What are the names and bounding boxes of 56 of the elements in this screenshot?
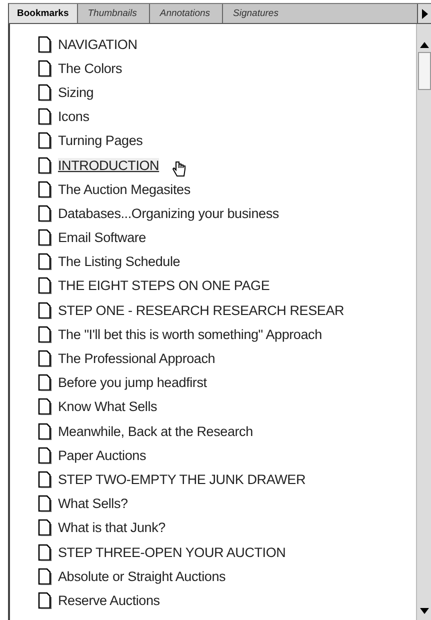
- bookmark-item[interactable]: The Professional Approach: [58, 351, 216, 366]
- bookmark-item[interactable]: Icons: [58, 109, 90, 124]
- scrollbar[interactable]: [416, 24, 431, 620]
- bookmark-item[interactable]: What Sells?: [58, 496, 128, 512]
- page-icon: [38, 374, 52, 392]
- bookmark-item[interactable]: STEP TWO-EMPTY THE JUNK DRAWER: [58, 472, 306, 487]
- scroll-down-icon[interactable]: [420, 608, 428, 614]
- page-icon: [38, 108, 52, 126]
- bookmark-item[interactable]: Turning Pages: [58, 133, 143, 148]
- page-icon: [38, 422, 52, 440]
- bookmark-item[interactable]: STEP THREE-OPEN YOUR AUCTION: [58, 544, 286, 560]
- bookmark-item[interactable]: Reserve Auctions: [58, 592, 160, 608]
- bookmark-item[interactable]: Before you jump headfirst: [58, 375, 207, 390]
- triangle-icon: [422, 8, 428, 18]
- page-icon: [38, 398, 52, 416]
- scroll-up-icon[interactable]: [420, 42, 428, 48]
- page-icon: [38, 180, 52, 198]
- page-icon: [38, 326, 52, 343]
- page-icon: [38, 446, 52, 464]
- bookmark-item[interactable]: Sizing: [58, 84, 94, 100]
- page-icon: [38, 568, 52, 585]
- page-icon: [38, 277, 52, 294]
- page-icon: [38, 132, 52, 150]
- bookmark-item[interactable]: NAVIGATION: [58, 36, 138, 52]
- page-icon: [38, 350, 52, 368]
- scroll-thumb[interactable]: [418, 52, 430, 90]
- page-icon: [38, 544, 52, 561]
- bookmark-item[interactable]: What is that Junk?: [58, 520, 166, 536]
- page-icon: [38, 60, 52, 77]
- bookmark-item[interactable]: INTRODUCTION: [58, 158, 160, 173]
- page-icon: [38, 229, 52, 246]
- bookmark-item[interactable]: The Colors: [58, 60, 122, 76]
- page-icon: [38, 36, 52, 53]
- page-icon: [38, 519, 52, 536]
- bookmark-item[interactable]: STEP ONE - RESEARCH RESEARCH RESEAR: [58, 302, 344, 318]
- page-icon: [38, 592, 52, 609]
- page-icon: [38, 253, 52, 270]
- bookmark-item[interactable]: THE EIGHT STEPS ON ONE PAGE: [58, 278, 270, 294]
- page-icon: [38, 302, 52, 319]
- bookmark-item[interactable]: The "I'll bet this is worth something" Approach: [58, 326, 322, 342]
- bookmark-item[interactable]: Meanwhile, Back at the Research: [58, 424, 253, 439]
- bookmark-item[interactable]: Absolute or Straight Auctions: [58, 568, 226, 584]
- page-icon: [38, 495, 52, 512]
- bookmark-item[interactable]: The Listing Schedule: [58, 254, 180, 270]
- hand-cursor-icon: [172, 160, 186, 177]
- bookmark-item[interactable]: Email Software: [58, 230, 146, 246]
- bookmark-item[interactable]: Databases...Organizing your business: [58, 206, 279, 221]
- page-icon: [38, 84, 52, 101]
- bookmark-item[interactable]: Know What Sells: [58, 399, 158, 414]
- page-icon: [38, 156, 52, 174]
- page-icon: [38, 470, 52, 488]
- bookmark-item[interactable]: Paper Auctions: [58, 448, 146, 463]
- page-icon: [38, 204, 52, 222]
- panel-menu-button[interactable]: [417, 4, 431, 23]
- panel-tab[interactable]: Bookmarks: [9, 4, 77, 23]
- bookmark-item[interactable]: The Auction Megasites: [58, 182, 190, 197]
